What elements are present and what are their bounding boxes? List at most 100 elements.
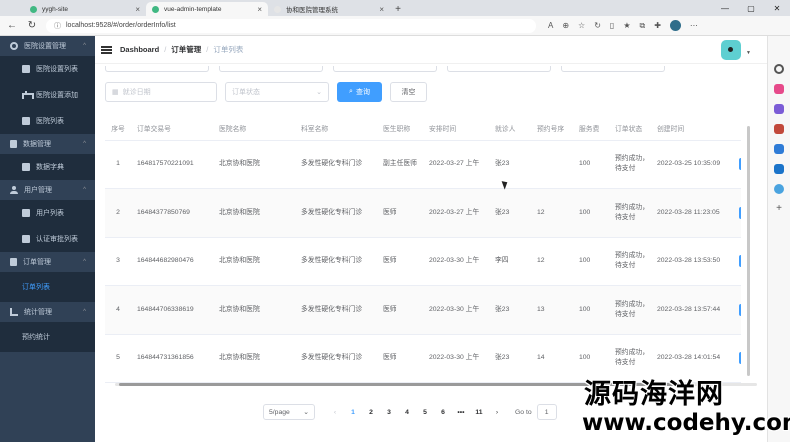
menu-group-0[interactable]: 医院设置管理 ^ xyxy=(0,36,95,56)
breadcrumb-dashboard[interactable]: Dashboard xyxy=(120,45,159,54)
page-button[interactable]: 2 xyxy=(363,404,379,420)
split-screen-icon[interactable]: ▯ xyxy=(610,21,614,30)
refresh-page-icon[interactable]: ↻ xyxy=(594,21,601,30)
search-button[interactable]: ⌕ 查询 xyxy=(337,82,382,102)
row-action-button[interactable] xyxy=(739,255,741,268)
table-cell: 医师 xyxy=(377,237,423,286)
menu-item-2-1[interactable]: 认证审批列表 xyxy=(0,226,95,252)
new-tab-button[interactable]: + xyxy=(390,2,406,16)
menu-item-0-2[interactable]: 医院列表 xyxy=(0,108,95,134)
filter-bar: ▦ 就诊日期 订单状态 ⌄ ⌕ 查询 清空 xyxy=(105,82,427,102)
user-avatar[interactable] xyxy=(721,40,741,60)
page-button[interactable]: 5 xyxy=(417,404,433,420)
date-input[interactable]: ▦ 就诊日期 xyxy=(105,82,217,102)
grid-icon xyxy=(22,117,30,125)
close-tab-icon[interactable]: × xyxy=(135,5,140,14)
back-icon[interactable]: ← xyxy=(6,20,18,31)
menu-group-3[interactable]: 订单管理 ^ xyxy=(0,252,95,272)
browser-tabs: yygh-site × vue-admin-template × 协和医院管理系统 × xyxy=(0,2,390,16)
browser-tab-0[interactable]: yygh-site × xyxy=(24,2,146,16)
menu-item-label: 预约统计 xyxy=(22,334,50,341)
zoom-icon[interactable]: ⊕ xyxy=(562,21,569,30)
table-row: 3 164844682980476 北京协和医院 多发性硬化专科门诊 医师 2022-03… xyxy=(105,237,741,286)
table-row: 4 164844706338619 北京协和医院 多发性硬化专科门诊 医师 2022-03… xyxy=(105,285,741,335)
table-cell: 100 xyxy=(573,334,609,383)
office-icon[interactable] xyxy=(774,144,784,154)
page-button[interactable]: ••• xyxy=(453,404,469,420)
minimize-icon[interactable]: — xyxy=(712,0,738,16)
clear-button[interactable]: 清空 xyxy=(390,82,427,102)
breadcrumb-order-management[interactable]: 订单管理 xyxy=(171,44,201,55)
table-cell: 北京协和医院 xyxy=(213,334,295,383)
goto-input[interactable]: 1 xyxy=(536,404,557,420)
telegram-icon[interactable] xyxy=(774,184,784,194)
prev-page-icon[interactable]: ‹ xyxy=(327,404,343,420)
info-icon[interactable]: ⓘ xyxy=(54,21,61,31)
table-cell: 多发性硬化专科门诊 xyxy=(295,237,377,286)
search-icon[interactable] xyxy=(774,64,784,74)
menu-item-2-0[interactable]: 用户列表 xyxy=(0,200,95,226)
games-icon[interactable] xyxy=(774,124,784,134)
menu-item-1-0[interactable]: 数据字典 xyxy=(0,154,95,180)
browser-toolbar: A ⊕ ☆ ↻ ▯ ★ ⧉ ✚ ⋯ xyxy=(548,20,698,31)
outlook-icon[interactable] xyxy=(774,164,784,174)
extensions-icon[interactable]: ✚ xyxy=(654,21,661,30)
reload-icon[interactable]: ↻ xyxy=(26,20,38,31)
page-button[interactable]: 11 xyxy=(471,404,487,420)
window-controls: — ▢ ✕ xyxy=(712,0,790,16)
menu-item-label: 订单列表 xyxy=(22,284,50,291)
row-action-button[interactable] xyxy=(739,352,741,365)
page-button[interactable]: 6 xyxy=(435,404,451,420)
collections-icon[interactable]: ⧉ xyxy=(640,21,646,31)
row-action-button[interactable] xyxy=(739,206,741,219)
close-tab-icon[interactable]: × xyxy=(379,5,384,14)
menu-item-4-0[interactable]: 预约统计 xyxy=(0,322,95,352)
browser-tab-2[interactable]: 协和医院管理系统 × xyxy=(268,2,390,16)
status-select[interactable]: 订单状态 ⌄ xyxy=(225,82,329,102)
table-cell: 张23 xyxy=(489,140,531,189)
more-icon[interactable]: ⋯ xyxy=(690,21,698,30)
profile-avatar[interactable] xyxy=(669,20,681,31)
vertical-scrollbar[interactable] xyxy=(746,126,751,376)
shopping-icon[interactable] xyxy=(774,84,784,94)
tab-label: yygh-site xyxy=(42,5,69,13)
menu-item-0-0[interactable]: 医院设置列表 xyxy=(0,56,95,82)
tools-icon[interactable] xyxy=(774,104,784,114)
url-field[interactable]: ⓘ localhost:9528/#/order/orderInfo/list xyxy=(46,18,536,33)
page-button[interactable]: 1 xyxy=(345,404,361,420)
page-size-select[interactable]: 5/page ⌄ xyxy=(263,404,315,420)
menu-group-label: 统计管理 xyxy=(24,309,52,316)
table-cell: 100 xyxy=(573,140,609,189)
maximize-icon[interactable]: ▢ xyxy=(738,0,764,16)
row-action-button[interactable] xyxy=(739,158,741,171)
table-cell: 张23 xyxy=(489,334,531,383)
menu-group-4[interactable]: 统计管理 ^ xyxy=(0,302,95,322)
table-cell: 张23 xyxy=(489,188,531,238)
hamburger-icon[interactable] xyxy=(101,45,112,54)
chart-icon xyxy=(10,308,18,316)
favorite-icon[interactable]: ☆ xyxy=(578,21,585,30)
menu-item-3-0[interactable]: 订单列表 xyxy=(0,272,95,302)
menu-group-2[interactable]: 用户管理 ^ xyxy=(0,180,95,200)
page-button[interactable]: 4 xyxy=(399,404,415,420)
menu-item-0-1[interactable]: 医院设置添加 xyxy=(0,82,95,108)
caret-down-icon[interactable]: ▼ xyxy=(746,50,751,56)
next-page-icon[interactable]: › xyxy=(489,404,505,420)
filter-row-top-edge xyxy=(105,66,665,72)
table-cell: 12 xyxy=(531,237,573,286)
browser-tab-1[interactable]: vue-admin-template × xyxy=(146,2,268,16)
close-window-icon[interactable]: ✕ xyxy=(764,0,790,16)
pager: ‹ 1 2 3 4 5 6 ••• 11 › xyxy=(327,404,505,420)
menu-group-label: 医院设置管理 xyxy=(24,43,66,50)
table-cell: 164817570221091 xyxy=(131,140,213,189)
column-header: 就诊人 xyxy=(489,116,531,141)
row-action-button[interactable] xyxy=(739,303,741,316)
favorites-icon[interactable]: ★ xyxy=(623,21,630,30)
add-icon[interactable]: + xyxy=(774,204,784,214)
page-button[interactable]: 3 xyxy=(381,404,397,420)
menu-group-1[interactable]: 数据管理 ^ xyxy=(0,134,95,154)
read-aloud-icon[interactable]: A xyxy=(548,21,553,30)
close-tab-icon[interactable]: × xyxy=(257,5,262,14)
grid-icon xyxy=(22,235,30,243)
table-cell: 12 xyxy=(531,188,573,238)
